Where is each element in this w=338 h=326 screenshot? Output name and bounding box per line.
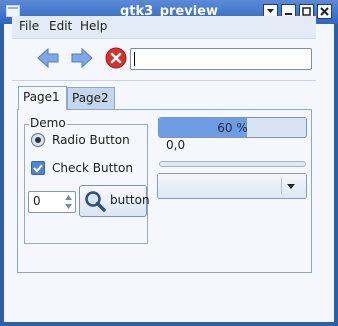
menu-file[interactable]: File: [19, 19, 39, 33]
progress-bar: 60 %: [158, 117, 307, 138]
check-button[interactable]: [31, 161, 45, 175]
search-button[interactable]: button: [79, 185, 150, 217]
combo-box[interactable]: [157, 173, 307, 199]
tab-page1[interactable]: Page1: [18, 86, 67, 110]
tab-page2-label: Page2: [72, 91, 109, 105]
spin-button-value[interactable]: 0: [33, 194, 41, 208]
text-caret: [134, 52, 135, 66]
search-button-label: button: [110, 193, 150, 207]
menu-bar: File Edit Help: [12, 16, 316, 39]
demo-frame-label: Demo: [29, 116, 67, 130]
checkmark-icon: [33, 164, 43, 173]
url-input[interactable]: [130, 48, 312, 70]
close-button[interactable]: [317, 4, 332, 19]
combo-separator: [281, 178, 282, 194]
chevron-down-icon: [287, 184, 295, 189]
coordinates-label: 0,0: [166, 138, 186, 152]
toolbar-separator: [12, 80, 316, 81]
stop-icon[interactable]: [104, 46, 128, 70]
menu-edit[interactable]: Edit: [49, 19, 72, 33]
close-icon: [320, 7, 329, 16]
app-window: gtk3_preview File Edit Help Page1 Page2 …: [0, 0, 338, 326]
arrow-right-icon[interactable]: [70, 46, 94, 70]
check-button-label[interactable]: Check Button: [52, 161, 133, 175]
tab-page2[interactable]: Page2: [67, 87, 115, 109]
spin-arrows-icon[interactable]: [64, 193, 73, 211]
tab-page1-label: Page1: [23, 90, 60, 104]
radio-button-label[interactable]: Radio Button: [52, 133, 130, 147]
arrow-left-icon[interactable]: [36, 46, 60, 70]
horizontal-slider[interactable]: [159, 161, 306, 167]
menu-help[interactable]: Help: [80, 19, 107, 33]
progress-text: 60 %: [217, 121, 248, 135]
radio-button[interactable]: [31, 133, 45, 147]
magnifier-icon: [85, 191, 106, 212]
